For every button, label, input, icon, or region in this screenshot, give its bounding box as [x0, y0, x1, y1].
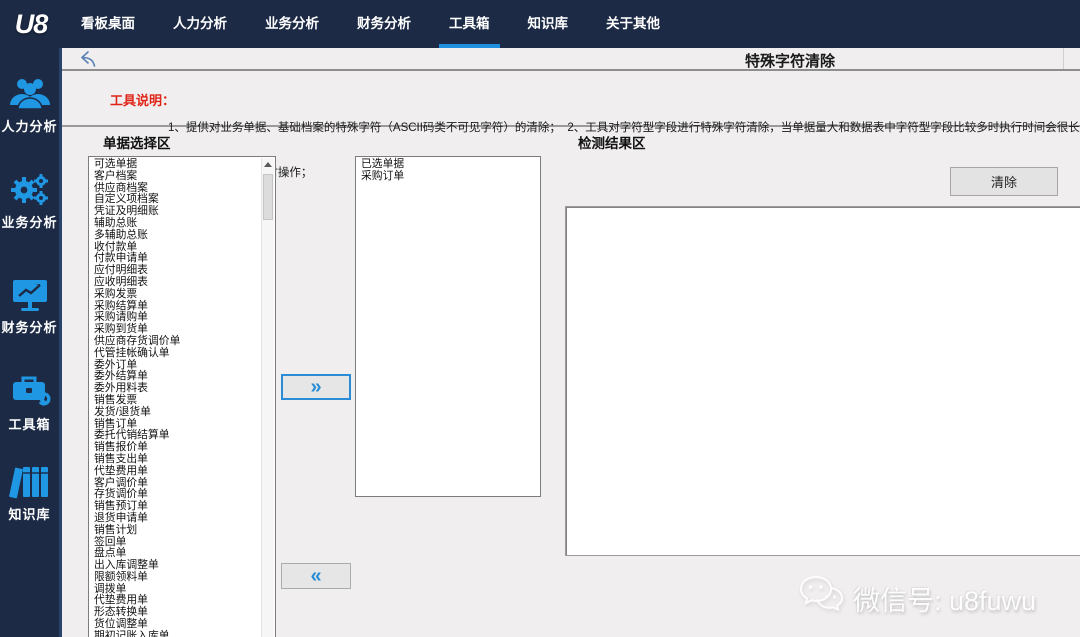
- move-left-button[interactable]: «: [281, 563, 351, 589]
- tool-instructions: 工具说明： 1、提供对业务单据、基础档案的特殊字符（ASCII码类不可见字符）的…: [62, 73, 1080, 127]
- chart-icon: [0, 274, 59, 316]
- list-item[interactable]: 应收明细表: [94, 277, 275, 289]
- gears-icon: [0, 169, 59, 211]
- sidebar-item-toolbox[interactable]: 工具箱: [0, 371, 59, 433]
- sidebar-item-label: 人力分析: [0, 116, 59, 135]
- list-item[interactable]: 采购订单: [361, 171, 540, 183]
- list-item[interactable]: 销售计划: [94, 525, 275, 537]
- list-item[interactable]: 多辅助总账: [94, 230, 275, 242]
- list-item[interactable]: 期初记账入库单: [94, 631, 275, 637]
- selected-documents-listbox[interactable]: 已选单据采购订单: [355, 156, 541, 497]
- people-icon: [0, 73, 59, 115]
- sidebar-item-finance-analysis[interactable]: 财务分析: [0, 274, 59, 336]
- tab-finance-analysis[interactable]: 财务分析: [338, 0, 430, 48]
- sidebar-item-knowledge-base[interactable]: 知识库: [0, 461, 59, 523]
- wechat-icon: [798, 574, 844, 623]
- list-item[interactable]: 采购发票: [94, 289, 275, 301]
- u8-logo: U8: [0, 9, 62, 40]
- page-title: 特殊字符清除: [640, 50, 940, 71]
- sidebar-item-label: 工具箱: [0, 414, 59, 433]
- move-right-button[interactable]: »: [281, 374, 351, 400]
- topbar: U8 看板桌面人力分析业务分析财务分析工具箱知识库关于其他: [0, 0, 1080, 48]
- detection-result-box[interactable]: [565, 206, 1080, 556]
- top-nav: 看板桌面人力分析业务分析财务分析工具箱知识库关于其他: [62, 0, 679, 48]
- list-item[interactable]: 退货申请单: [94, 513, 275, 525]
- selected-documents-list: 已选单据采购订单: [356, 157, 540, 183]
- watermark: 微信号: u8fuwu: [798, 567, 1080, 629]
- instructions-label: 工具说明：: [110, 90, 175, 109]
- list-item[interactable]: 代管挂帐确认单: [94, 348, 275, 360]
- list-item[interactable]: 客户档案: [94, 171, 275, 183]
- books-icon: [0, 461, 59, 503]
- list-item[interactable]: 限额领料单: [94, 572, 275, 584]
- sidebar-item-label: 知识库: [0, 504, 59, 523]
- scroll-up-icon[interactable]: [264, 162, 272, 167]
- sidebar-item-label: 业务分析: [0, 212, 59, 231]
- back-icon[interactable]: [80, 51, 98, 67]
- list-item[interactable]: 发货/退货单: [94, 407, 275, 419]
- result-area-title: 检测结果区: [578, 132, 646, 152]
- tab-about-others[interactable]: 关于其他: [587, 0, 679, 48]
- sidebar-item-label: 财务分析: [0, 317, 59, 336]
- tab-knowledge-base[interactable]: 知识库: [509, 0, 588, 48]
- tab-business-analysis[interactable]: 业务分析: [246, 0, 338, 48]
- tab-hr-analysis[interactable]: 人力分析: [154, 0, 246, 48]
- list-item[interactable]: 销售发票: [94, 395, 275, 407]
- tab-toolbox[interactable]: 工具箱: [430, 0, 509, 48]
- available-documents-list: 可选单据客户档案供应商档案自定义项档案凭证及明细账辅助总账多辅助总账收付款单付款…: [89, 157, 275, 637]
- clear-button[interactable]: 清除: [950, 167, 1058, 196]
- sidebar-item-hr-analysis[interactable]: 人力分析: [0, 73, 59, 135]
- selection-area-title: 单据选择区: [103, 132, 171, 152]
- tab-kanban-desktop[interactable]: 看板桌面: [62, 0, 154, 48]
- watermark-text: 微信号: u8fuwu: [853, 579, 1036, 618]
- toolbox-icon: [0, 371, 59, 413]
- listbox-scrollbar[interactable]: [261, 158, 274, 637]
- scrollbar-thumb[interactable]: [263, 174, 273, 220]
- available-documents-listbox[interactable]: 可选单据客户档案供应商档案自定义项档案凭证及明细账辅助总账多辅助总账收付款单付款…: [88, 156, 276, 637]
- list-item[interactable]: 销售支出单: [94, 454, 275, 466]
- list-item[interactable]: 辅助总账: [94, 218, 275, 230]
- list-item[interactable]: 供应商存货调价单: [94, 336, 275, 348]
- sidebar-item-business-analysis[interactable]: 业务分析: [0, 169, 59, 231]
- list-item[interactable]: 代垫费用单: [94, 466, 275, 478]
- instructions-line-2: 3、建议在无人使用时操作；: [168, 166, 1080, 181]
- page-header: 特殊字符清除: [62, 48, 1080, 71]
- sidebar: 人力分析业务分析财务分析工具箱知识库: [0, 48, 62, 637]
